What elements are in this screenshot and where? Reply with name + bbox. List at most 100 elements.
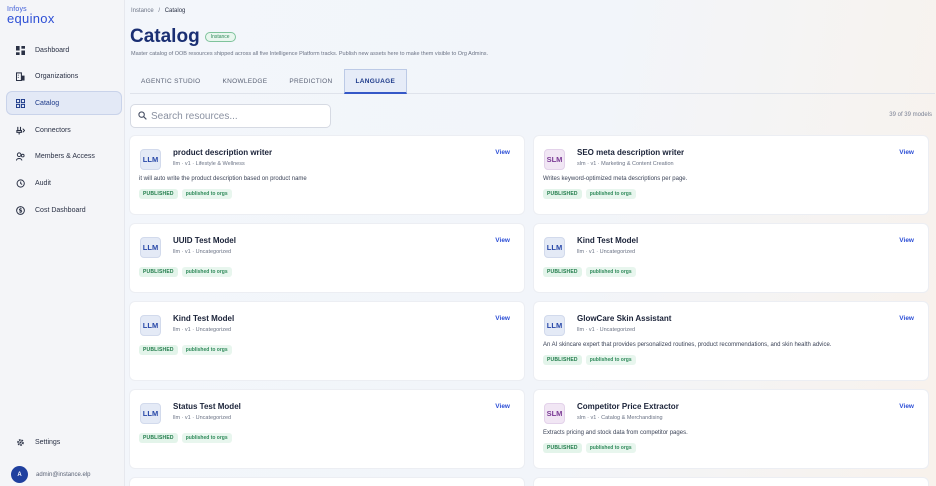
audience-badge: published to orgs — [181, 267, 232, 277]
tab-language[interactable]: LANGUAGE — [343, 69, 408, 94]
audience-badge: published to orgs — [585, 267, 636, 277]
sidebar-item-connectors[interactable]: Connectors — [6, 118, 122, 142]
breadcrumb-root[interactable]: Instance — [131, 8, 154, 14]
model-meta: llm · v1 · Uncategorized — [173, 327, 232, 333]
model-title: Competitor Price Extractor — [577, 402, 679, 411]
breadcrumb: Instance / Catalog — [131, 8, 185, 14]
status-badge: PUBLISHED — [139, 189, 178, 199]
sidebar: Infoys equinox Dashboard Organizations C… — [0, 0, 125, 486]
sidebar-item-label: Organizations — [35, 73, 79, 81]
model-card[interactable]: SLM SEO meta description writer slm · v1… — [534, 136, 928, 214]
model-type-chip: LLM — [140, 403, 161, 424]
model-meta: slm · v1 · Marketing & Content Creation — [577, 161, 674, 167]
sidebar-item-cost-dashboard[interactable]: $ Cost Dashboard — [6, 198, 122, 222]
search-input[interactable] — [151, 110, 326, 122]
sidebar-item-audit[interactable]: Audit — [6, 171, 122, 195]
sidebar-item-catalog[interactable]: Catalog — [6, 91, 122, 116]
model-type-chip: SLM — [544, 149, 565, 170]
sidebar-item-label: Connectors — [35, 126, 71, 134]
model-title: GlowCare Skin Assistant — [577, 314, 672, 323]
view-button[interactable]: View — [495, 315, 510, 322]
model-meta: slm · v1 · Catalog & Merchandising — [577, 415, 663, 421]
search-box — [130, 104, 331, 128]
model-meta: llm · v1 · Uncategorized — [173, 249, 232, 255]
model-card[interactable]: LLM Kind Test Model llm · v1 · Uncategor… — [130, 302, 524, 380]
breadcrumb-separator: / — [158, 8, 161, 14]
svg-text:$: $ — [18, 208, 22, 214]
history-icon — [15, 178, 25, 188]
avatar: A — [11, 466, 28, 483]
title-row: Catalog Instance — [130, 26, 236, 48]
model-card[interactable]: LLM Status Test Model llm · v1 · Uncateg… — [130, 390, 524, 468]
main-content: Instance / Catalog Catalog Instance Mast… — [125, 0, 936, 486]
model-title: Kind Test Model — [173, 314, 235, 323]
view-button[interactable]: View — [495, 149, 510, 156]
model-card[interactable]: LLM GlowCare Skin Assistant llm · v1 · U… — [534, 302, 928, 380]
model-type-chip: LLM — [544, 237, 565, 258]
model-card[interactable] — [534, 478, 928, 486]
tab-knowledge[interactable]: KNOWLEDGE — [211, 69, 278, 94]
model-card[interactable]: SLM Competitor Price Extractor slm · v1 … — [534, 390, 928, 468]
status-tags: PUBLISHED published to orgs — [139, 433, 236, 443]
status-badge: PUBLISHED — [139, 267, 178, 277]
tab-agentic-studio[interactable]: AGENTIC STUDIO — [130, 69, 211, 94]
model-type-chip: LLM — [140, 237, 161, 258]
model-type-chip: LLM — [544, 315, 565, 336]
view-button[interactable]: View — [899, 149, 914, 156]
sidebar-item-organizations[interactable]: Organizations — [6, 65, 122, 89]
status-badge: PUBLISHED — [139, 345, 178, 355]
sidebar-item-settings[interactable]: Settings — [6, 430, 122, 454]
status-badge: PUBLISHED — [543, 189, 582, 199]
user-email: admin@instance.elp — [36, 471, 91, 478]
sidebar-item-members[interactable]: Members & Access — [6, 145, 122, 169]
model-type-chip: LLM — [140, 315, 161, 336]
model-description: it will auto write the product descripti… — [139, 176, 307, 182]
user-profile[interactable]: A admin@instance.elp — [11, 466, 90, 483]
model-title: Kind Test Model — [577, 236, 639, 245]
sidebar-item-label: Settings — [35, 438, 61, 446]
sidebar-item-label: Cost Dashboard — [35, 206, 86, 214]
building-icon — [15, 72, 25, 82]
model-title: UUID Test Model — [173, 236, 236, 245]
grid-icon — [15, 98, 25, 108]
view-button[interactable]: View — [495, 237, 510, 244]
status-badge: PUBLISHED — [543, 355, 582, 365]
connector-icon — [15, 125, 25, 135]
sidebar-item-label: Members & Access — [35, 153, 95, 161]
audience-badge: published to orgs — [585, 355, 636, 365]
view-button[interactable]: View — [495, 403, 510, 410]
tab-bar: AGENTIC STUDIO KNOWLEDGE PREDICTION LANG… — [130, 69, 935, 94]
sidebar-item-dashboard[interactable]: Dashboard — [6, 38, 122, 62]
model-description: Extracts pricing and stock data from com… — [543, 430, 688, 436]
model-type-chip: LLM — [140, 149, 161, 170]
status-tags: PUBLISHED published to orgs — [543, 189, 640, 199]
sidebar-item-label: Catalog — [35, 99, 60, 107]
dollar-icon: $ — [15, 205, 25, 215]
model-meta: llm · v1 · Uncategorized — [173, 415, 232, 421]
model-meta: llm · v1 · Lifestyle & Wellness — [173, 161, 245, 167]
audience-badge: published to orgs — [585, 189, 636, 199]
page-title: Catalog — [130, 26, 200, 47]
model-card[interactable]: LLM UUID Test Model llm · v1 · Uncategor… — [130, 224, 524, 292]
audience-badge: published to orgs — [181, 433, 232, 443]
view-button[interactable]: View — [899, 237, 914, 244]
model-description: Writes keyword-optimized meta descriptio… — [543, 176, 688, 182]
members-icon — [15, 152, 25, 162]
brand-logo[interactable]: Infoys equinox — [7, 6, 55, 25]
status-badge: PUBLISHED — [139, 433, 178, 443]
search-icon — [138, 107, 147, 125]
tab-prediction[interactable]: PREDICTION — [278, 69, 343, 94]
status-tags: PUBLISHED published to orgs — [139, 345, 236, 355]
model-meta: llm · v1 · Uncategorized — [577, 327, 636, 333]
gear-icon — [15, 437, 25, 447]
model-card[interactable]: LLM product description writer llm · v1 … — [130, 136, 524, 214]
status-badge: PUBLISHED — [543, 267, 582, 277]
status-badge: PUBLISHED — [543, 443, 582, 453]
model-card[interactable]: LLM Kind Test Model llm · v1 · Uncategor… — [534, 224, 928, 292]
view-button[interactable]: View — [899, 315, 914, 322]
dashboard-icon — [15, 45, 25, 55]
audience-badge: published to orgs — [585, 443, 636, 453]
model-card[interactable] — [130, 478, 524, 486]
brand-name: equinox — [7, 11, 55, 26]
view-button[interactable]: View — [899, 403, 914, 410]
